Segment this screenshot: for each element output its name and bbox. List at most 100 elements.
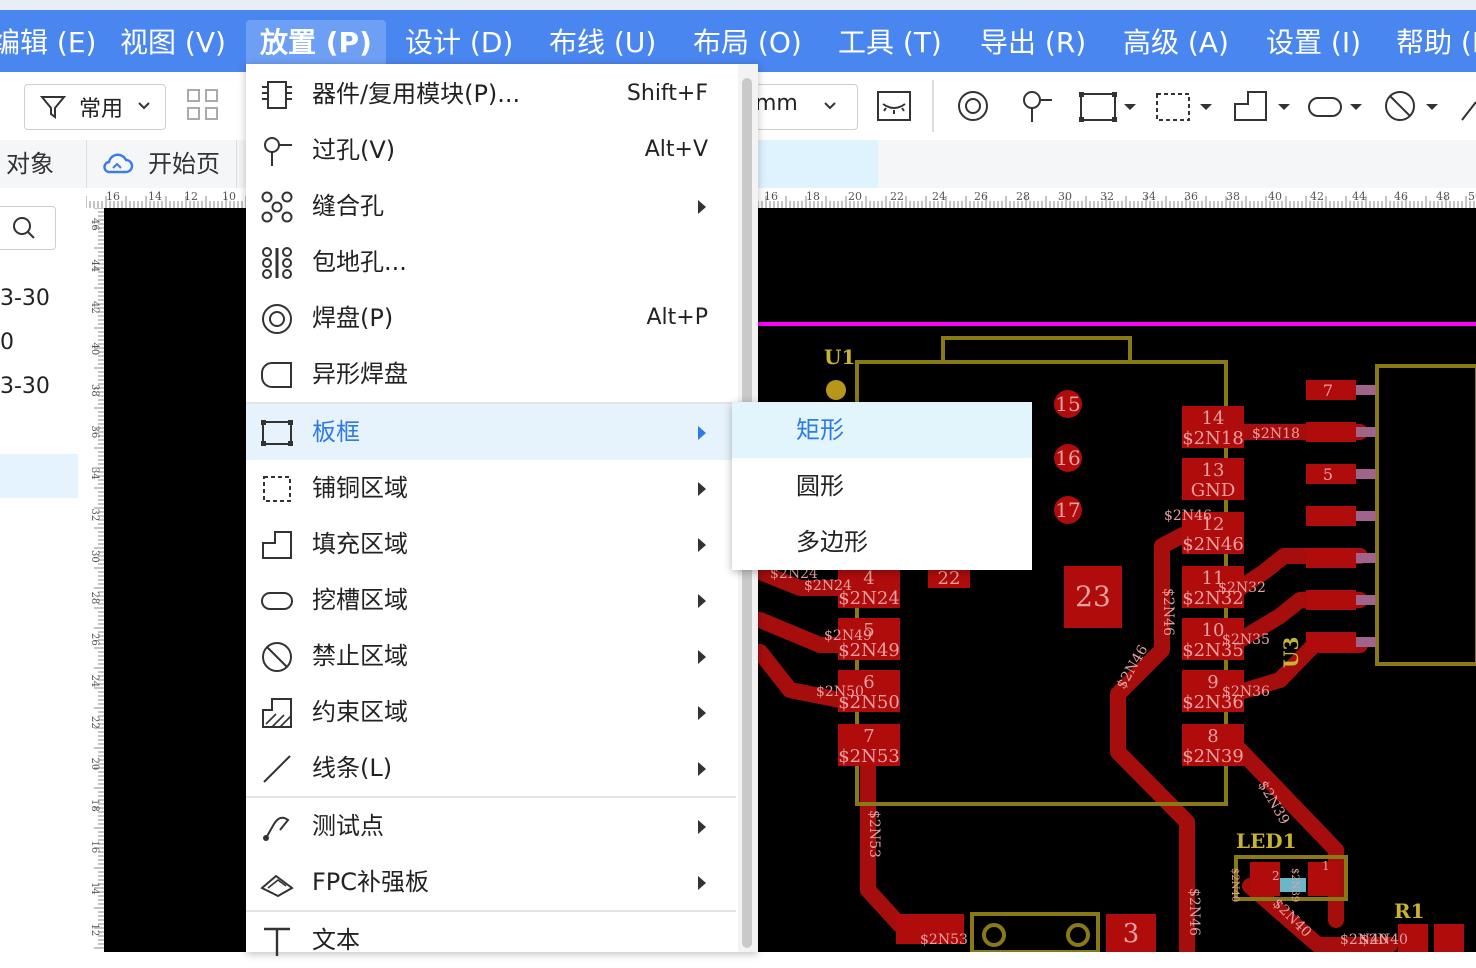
menu-item-constraint-region[interactable]: 约束区域 — [246, 684, 736, 740]
pad-net-name: $2N40 — [1360, 932, 1408, 948]
ground-via-icon — [262, 247, 292, 279]
pad-number: 22 — [938, 568, 961, 589]
pad-icon — [262, 304, 292, 334]
ruler-label: 14 — [148, 190, 162, 203]
custom-pad-icon — [261, 362, 292, 388]
copper-pour-tool-icon[interactable] — [1154, 88, 1218, 124]
keepout-tool-icon[interactable] — [1382, 88, 1446, 124]
menu-edit[interactable]: 编辑 (E) — [0, 20, 96, 66]
copper-pour-icon — [263, 476, 291, 502]
smd-pad — [1306, 590, 1356, 610]
pin-lead — [1356, 511, 1376, 521]
ruler-label: 42 — [89, 301, 100, 314]
submenu-item-rectangle[interactable]: 矩形 — [732, 402, 1032, 458]
menu-item-via[interactable]: 过孔(V) Alt+V — [246, 122, 736, 178]
pin-lead — [1356, 553, 1376, 563]
ruler-label: 44 — [1352, 190, 1366, 203]
menu-item-pad[interactable]: 焊盘(P) Alt+P — [246, 290, 736, 346]
submenu-arrow-icon — [698, 594, 706, 608]
submenu-item-polygon[interactable]: 多边形 — [732, 514, 1032, 570]
menu-item-label: 缝合孔 — [312, 192, 384, 220]
menu-view[interactable]: 视图 (V) — [120, 20, 226, 66]
menu-item-label: 板框 — [312, 418, 360, 446]
menu-item-text[interactable]: 文本 — [246, 912, 736, 968]
pin-lead — [1356, 469, 1376, 479]
pin-lead — [1356, 427, 1376, 437]
menu-item-label: 填充区域 — [312, 530, 408, 558]
pin-lead — [1356, 595, 1376, 605]
ruler-label: 34 — [1142, 190, 1156, 203]
trace-net-label: $2N32 — [1218, 580, 1266, 596]
line-tool-icon[interactable] — [1458, 88, 1476, 124]
tab-objects[interactable]: 对象 — [6, 140, 54, 188]
menu-place[interactable]: 放置 (P) — [246, 20, 386, 66]
ruler-label: 38 — [89, 384, 100, 397]
menu-item-line[interactable]: 线条(L) — [246, 740, 736, 796]
menu-route[interactable]: 布线 (U) — [549, 20, 656, 66]
menu-tools[interactable]: 工具 (T) — [838, 20, 942, 66]
u3-silkscreen — [1375, 364, 1476, 666]
filter-dropdown[interactable]: 常用 — [24, 84, 166, 130]
board-outline-tool-icon[interactable] — [1078, 90, 1142, 124]
ruler-label: 20 — [848, 190, 862, 203]
slot-region-icon — [261, 592, 293, 610]
eye-closed-icon[interactable] — [876, 88, 912, 124]
menu-item-stitch-via[interactable]: 缝合孔 — [246, 178, 736, 234]
pad-number: 7 — [1323, 381, 1333, 400]
menu-design[interactable]: 设计 (D) — [405, 20, 513, 66]
menu-item-test-point[interactable]: 测试点 — [246, 798, 736, 854]
vertical-ruler: 46 44 42 40 38 36 34 32 30 28 26 24 22 20 18 16 14 12 — [86, 208, 105, 952]
list-item[interactable]: 3-30 — [0, 374, 50, 399]
slot-region-tool-icon[interactable] — [1306, 90, 1370, 124]
submenu-item-circle[interactable]: 圆形 — [732, 458, 1032, 514]
pad-number: 5 — [1323, 465, 1333, 484]
ruler-label: 24 — [932, 190, 946, 203]
component-icon — [262, 81, 292, 109]
menu-advanced[interactable]: 高级 (A) — [1123, 20, 1229, 66]
pin-lead — [1356, 385, 1376, 395]
menu-item-fill-region[interactable]: 填充区域 — [246, 516, 736, 572]
menu-item-board-outline[interactable]: 板框 — [246, 404, 736, 460]
ruler-label: 40 — [89, 343, 100, 356]
test-point-icon — [263, 816, 290, 841]
tab-home[interactable]: 开始页 — [148, 140, 220, 188]
submenu-arrow-icon — [698, 482, 706, 496]
list-item[interactable]: 0 — [0, 330, 14, 355]
pad-tool-icon[interactable] — [955, 88, 991, 124]
menu-export[interactable]: 导出 (R) — [980, 20, 1086, 66]
switch-hole — [982, 923, 1006, 947]
pad-number: 23 — [1075, 580, 1111, 613]
menu-item-copper-pour[interactable]: 铺铜区域 — [246, 460, 736, 516]
menu-item-ground-via[interactable]: 包地孔... — [246, 234, 736, 290]
ruler-label: 20 — [89, 758, 100, 771]
ruler-label: 14 — [89, 882, 100, 895]
menu-layout[interactable]: 布局 (O) — [693, 20, 802, 66]
tab-divider — [236, 140, 237, 188]
search-box[interactable] — [0, 206, 56, 250]
ruler-label: 24 — [89, 675, 100, 688]
submenu-item-label: 多边形 — [796, 528, 868, 556]
fill-region-icon — [262, 531, 292, 559]
menu-item-component[interactable]: 器件/复用模块(P)... Shift+F — [246, 66, 736, 122]
menu-item-custom-pad[interactable]: 异形焊盘 — [246, 346, 736, 402]
smd-pad — [1434, 924, 1464, 952]
list-item[interactable]: 3-30 — [0, 286, 50, 311]
pad-number: 15 — [1055, 392, 1080, 416]
submenu-arrow-icon — [698, 650, 706, 664]
menu-item-keepout[interactable]: 禁止区域 — [246, 628, 736, 684]
ruler-label: 46 — [89, 218, 100, 231]
menu-help[interactable]: 帮助 (H) — [1396, 20, 1476, 66]
ruler-label: 38 — [1226, 190, 1240, 203]
trace-net-label: $2N18 — [1252, 426, 1300, 442]
selected-list-item[interactable] — [0, 454, 78, 498]
pad-number: 14 — [1202, 408, 1225, 429]
board-outline-icon — [261, 420, 293, 446]
menu-settings[interactable]: 设置 (I) — [1266, 20, 1361, 66]
grid-icon[interactable] — [186, 88, 220, 122]
fill-region-tool-icon[interactable] — [1232, 88, 1296, 124]
pad-number: 6 — [863, 672, 874, 693]
menu-item-slot-region[interactable]: 挖槽区域 — [246, 572, 736, 628]
via-tool-icon[interactable] — [1018, 88, 1054, 124]
menu-item-fpc-stiffener[interactable]: FPC补强板 — [246, 854, 736, 910]
ruler-label: 16 — [106, 190, 120, 203]
